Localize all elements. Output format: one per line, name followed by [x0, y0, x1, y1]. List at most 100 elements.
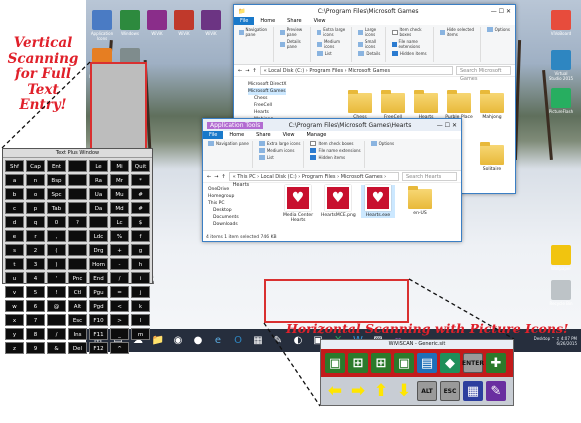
search-input[interactable]: Search Microsoft Games: [456, 66, 511, 82]
forward-arrow-icon[interactable]: →: [245, 68, 249, 74]
desktop-icon[interactable]: Wallpaper: [548, 245, 574, 271]
taskbar-app-icon[interactable]: ●: [190, 333, 206, 349]
tab-view[interactable]: View: [277, 132, 301, 138]
keyboard-key[interactable]: Del: [68, 342, 87, 354]
nav-item[interactable]: Chess: [248, 95, 286, 102]
desktop-icon[interactable]: Virtual Studio 2015: [548, 50, 574, 81]
window-controls[interactable]: — ☐ ✕: [491, 8, 511, 15]
keyboard-key[interactable]: >: [110, 314, 129, 326]
right-arrow-icon[interactable]: ➡: [348, 381, 368, 401]
folder-item[interactable]: Mahjong: [478, 90, 506, 120]
details-option[interactable]: Details: [358, 51, 382, 56]
desktop-icon[interactable]: WiViK: [171, 10, 197, 36]
folder-item[interactable]: FreeCell: [379, 90, 407, 120]
tab-manage[interactable]: Manage: [300, 132, 332, 138]
pen-icon[interactable]: ✎: [486, 381, 506, 401]
keyboard-key[interactable]: f: [131, 230, 150, 242]
keyboard-key[interactable]: Pgu: [89, 286, 108, 298]
taskbar-app-icon[interactable]: ✎: [270, 333, 286, 349]
up-arrow-icon[interactable]: ↑: [221, 174, 225, 180]
item-check-boxes[interactable]: Item check boxes: [310, 141, 360, 146]
keyboard-key[interactable]: Shf: [5, 160, 24, 172]
nav-item[interactable]: Microsoft DirectX: [248, 81, 286, 88]
options-button[interactable]: Options: [486, 27, 510, 32]
keyboard-key[interactable]: Mi: [110, 160, 129, 172]
medium-icons-option[interactable]: Medium icons: [316, 39, 349, 49]
keyboard-key[interactable]: [47, 314, 66, 326]
keyboard-key[interactable]: b: [5, 188, 24, 200]
keyboard-key[interactable]: F10: [89, 314, 108, 326]
keyboard-key[interactable]: 2: [26, 244, 45, 256]
keyboard-key[interactable]: 8: [26, 328, 45, 340]
keyboard-key[interactable]: x: [5, 314, 24, 326]
enter-key-button[interactable]: ENTER: [462, 353, 484, 373]
keyboard-key[interactable]: *: [131, 174, 150, 186]
options-button[interactable]: Options: [370, 141, 394, 146]
keyboard-key[interactable]: [89, 216, 108, 228]
tab-home[interactable]: Home: [254, 18, 281, 24]
keyboard-key[interactable]: r: [26, 230, 45, 242]
window-icon[interactable]: ▣: [394, 353, 414, 373]
keyboard-key[interactable]: [68, 160, 87, 172]
keyboard-key[interactable]: Da: [89, 202, 108, 214]
windows-icon[interactable]: ⊞: [348, 353, 368, 373]
keyboard-key[interactable]: Tab: [47, 202, 66, 214]
desktop-icon[interactable]: Application Icons: [89, 10, 115, 41]
keyboard-key[interactable]: Mu: [110, 188, 129, 200]
small-icons-option[interactable]: Small icons: [358, 39, 382, 49]
large-icons-option[interactable]: Large icons: [358, 27, 382, 37]
keyboard-key[interactable]: Esc: [68, 314, 87, 326]
keyboard-key[interactable]: Ra: [89, 174, 108, 186]
taskbar-app-icon[interactable]: ▦: [250, 333, 266, 349]
title-bar[interactable]: Application Tools C:\Program Files\Micro…: [203, 119, 461, 131]
keyboard-key[interactable]: /: [47, 328, 66, 340]
folder-item[interactable]: Chess: [346, 90, 374, 120]
esc-key-button[interactable]: ESC: [440, 381, 460, 401]
folder-item[interactable]: Solitaire: [478, 142, 506, 172]
navigation-pane-button[interactable]: Navigation pane: [208, 141, 249, 146]
keyboard-key[interactable]: ,: [47, 230, 66, 242]
keyboard-key[interactable]: Spc: [47, 188, 66, 200]
hidden-items-checkbox[interactable]: Hidden items: [310, 155, 360, 160]
tab-file[interactable]: File: [203, 131, 224, 139]
crossroad-icon[interactable]: ✚: [486, 353, 506, 373]
nav-item[interactable]: Microsoft Games: [248, 88, 287, 95]
keyboard-key[interactable]: g: [131, 244, 150, 256]
list-option[interactable]: List: [258, 155, 301, 160]
address-input[interactable]: « Local Disk (C:) › Program Files › Micr…: [259, 66, 453, 75]
keyboard-key[interactable]: y: [5, 328, 24, 340]
nav-item[interactable]: Downloads: [208, 221, 239, 228]
keyboard-key[interactable]: o: [26, 188, 45, 200]
keyboard-key[interactable]: $: [131, 216, 150, 228]
address-input[interactable]: « This PC › Local Disk (C:) › Program Fi…: [228, 172, 399, 188]
keyboard-key[interactable]: Pnc: [68, 272, 87, 284]
nav-item[interactable]: Homegroup: [208, 193, 239, 200]
folder-item[interactable]: Purble Place: [445, 90, 473, 120]
keyboard-key[interactable]: Quit: [131, 160, 150, 172]
nav-item[interactable]: This PC: [208, 200, 239, 207]
tab-view[interactable]: View: [308, 18, 332, 24]
keyboard-key[interactable]: a: [5, 174, 24, 186]
desktop-icon[interactable]: PictureFlash: [548, 88, 574, 114]
keyboard-key[interactable]: Ctl: [68, 286, 87, 298]
hidden-items-checkbox[interactable]: Hidden items: [391, 51, 430, 56]
title-bar[interactable]: 📁 C:\Program Files\Microsoft Games — ☐ ✕: [234, 5, 515, 17]
file-item[interactable]: ♥ Hearts.exe: [361, 185, 395, 218]
keyboard-key[interactable]: l: [131, 314, 150, 326]
keyboard-key[interactable]: Pgd: [89, 300, 108, 312]
keyboard-key[interactable]: [68, 202, 87, 214]
extra-large-icons-option[interactable]: Extra large icons: [316, 27, 349, 37]
window-icon[interactable]: ▣: [325, 353, 345, 373]
taskbar-explorer-icon[interactable]: 📁: [150, 333, 166, 349]
keyboard-key[interactable]: Drg: [89, 244, 108, 256]
keyboard-key[interactable]: _: [110, 328, 129, 340]
keyboard-key[interactable]: Le: [89, 160, 108, 172]
item-check-boxes[interactable]: Item check boxes: [391, 27, 430, 37]
keyboard-key[interactable]: F11: [89, 328, 108, 340]
folder-item[interactable]: en-US: [403, 186, 437, 216]
desktop-icon[interactable]: WiViK: [144, 10, 170, 36]
keyboard-key[interactable]: 6: [26, 300, 45, 312]
preview-pane-button[interactable]: Preview pane: [280, 27, 307, 37]
keyboard-key[interactable]: Alt: [68, 300, 87, 312]
keyboard-key[interactable]: n: [26, 174, 45, 186]
